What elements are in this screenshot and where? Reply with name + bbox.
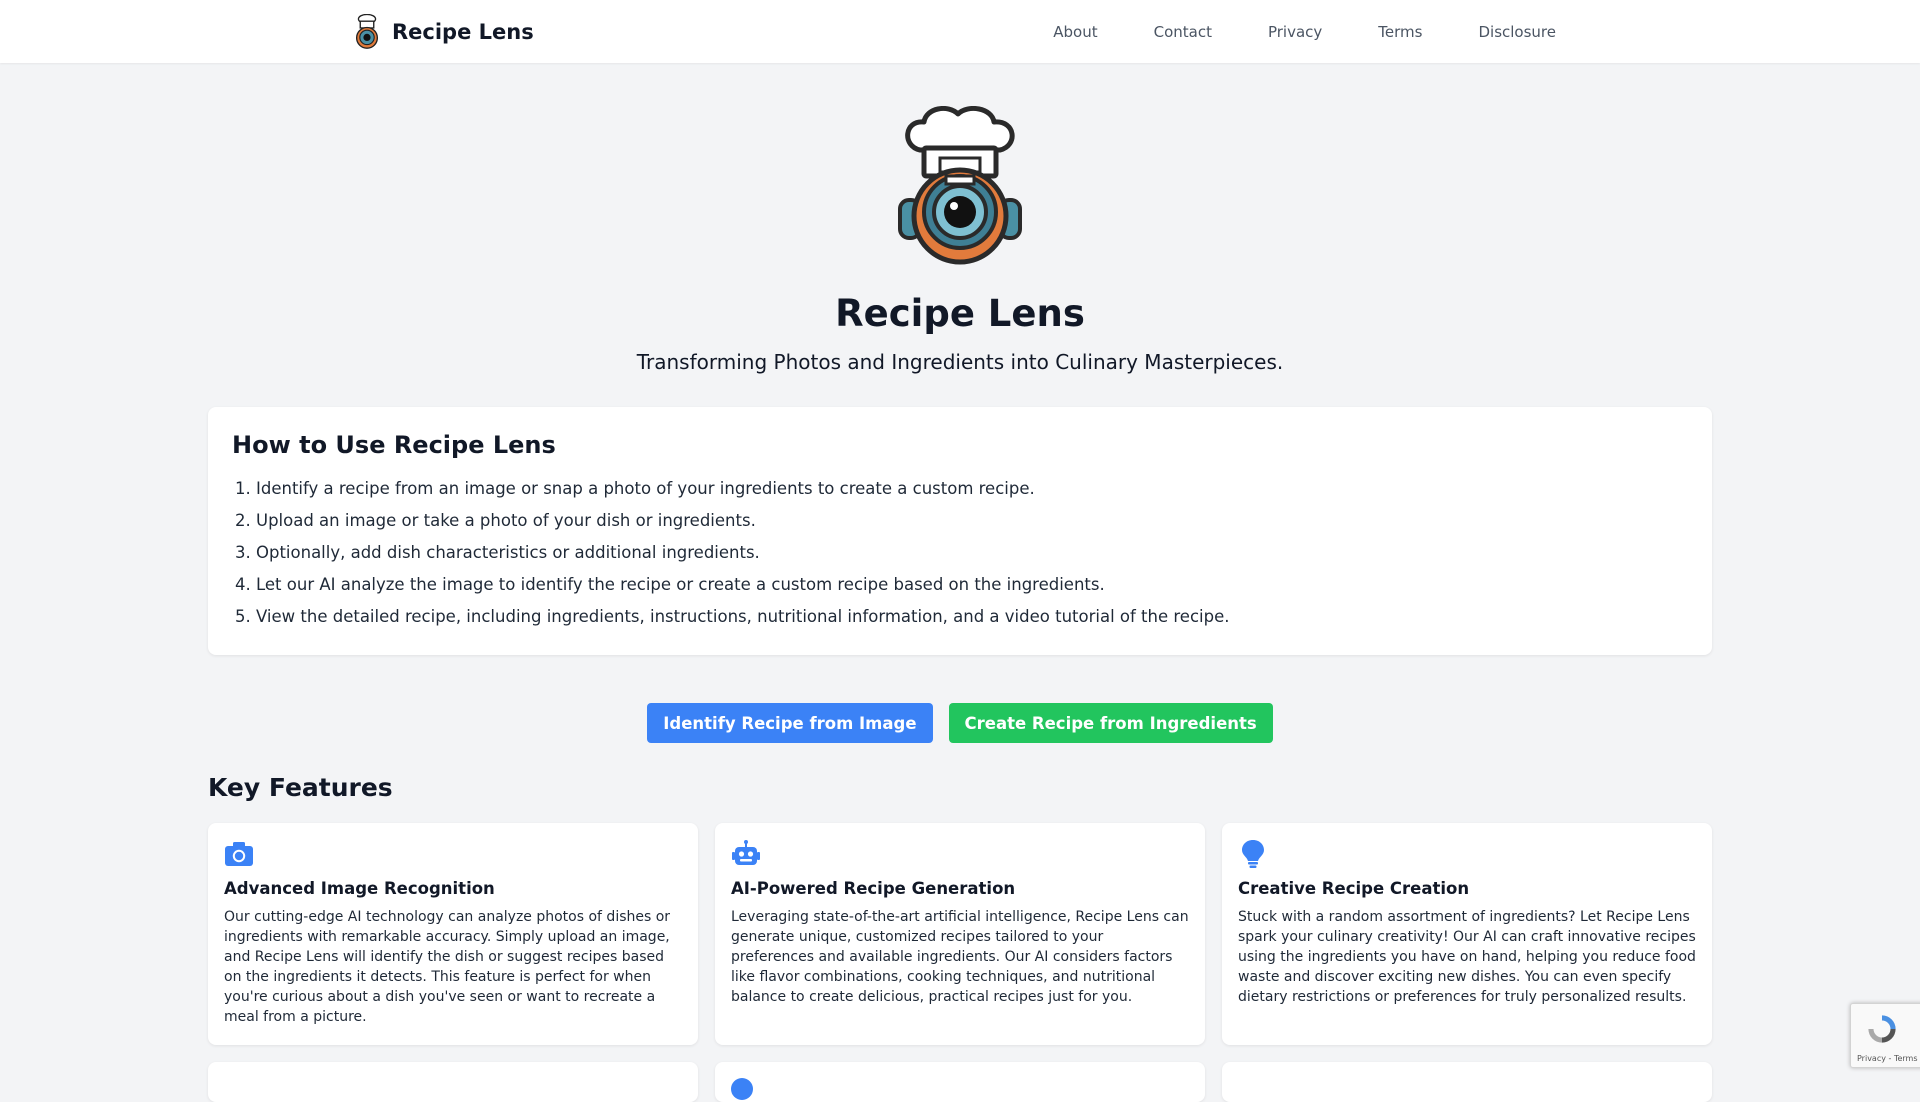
recaptcha-icon bbox=[1868, 1015, 1896, 1043]
how-to-step: Identify a recipe from an image or snap … bbox=[256, 473, 1688, 505]
robot-icon bbox=[732, 840, 760, 865]
how-to-step: Upload an image or take a photo of your … bbox=[256, 505, 1688, 537]
create-recipe-button[interactable]: Create Recipe from Ingredients bbox=[948, 703, 1273, 743]
feature-description: Leveraging state-of-the-art artificial i… bbox=[731, 909, 1189, 1005]
feature-description: Stuck with a random assortment of ingred… bbox=[1238, 909, 1696, 1005]
brand-link[interactable]: Recipe Lens bbox=[352, 14, 534, 50]
nav-privacy-link[interactable]: Privacy bbox=[1268, 23, 1322, 41]
feature-icon-partial bbox=[731, 1078, 753, 1100]
how-to-step: View the detailed recipe, including ingr… bbox=[256, 601, 1688, 633]
how-to-steps: Identify a recipe from an image or snap … bbox=[232, 473, 1688, 633]
key-features-title: Key Features bbox=[208, 773, 393, 802]
feature-card-ai-generation: AI-Powered Recipe Generation Leveraging … bbox=[715, 823, 1205, 1045]
cta-buttons: Identify Recipe from Image Create Recipe… bbox=[0, 703, 1920, 743]
camera-icon bbox=[225, 842, 253, 866]
feature-card-partial bbox=[1222, 1062, 1712, 1102]
main-nav: About Contact Privacy Terms Disclosure bbox=[1053, 0, 1556, 63]
hero-subtitle: Transforming Photos and Ingredients into… bbox=[636, 350, 1284, 374]
nav-terms-link[interactable]: Terms bbox=[1378, 23, 1422, 41]
nav-about-link[interactable]: About bbox=[1053, 23, 1097, 41]
feature-title: Creative Recipe Creation bbox=[1238, 879, 1470, 898]
hero-title: Recipe Lens bbox=[835, 292, 1085, 335]
hero-chef-camera-logo-icon bbox=[898, 106, 1022, 265]
how-to-step: Optionally, add dish characteristics or … bbox=[256, 537, 1688, 569]
how-to-title: How to Use Recipe Lens bbox=[232, 431, 556, 459]
feature-description: Our cutting-edge AI technology can analy… bbox=[224, 909, 671, 1025]
how-to-card: How to Use Recipe Lens Identify a recipe… bbox=[208, 407, 1712, 655]
brand-name: Recipe Lens bbox=[392, 20, 534, 44]
recipe-lens-logo-icon bbox=[355, 14, 379, 49]
nav-contact-link[interactable]: Contact bbox=[1154, 23, 1212, 41]
feature-card-image-recognition: Advanced Image Recognition Our cutting-e… bbox=[208, 823, 698, 1045]
top-navbar: Recipe Lens About Contact Privacy Terms … bbox=[0, 0, 1920, 63]
feature-card-partial bbox=[208, 1062, 698, 1102]
feature-title: Advanced Image Recognition bbox=[224, 879, 495, 898]
lightbulb-icon bbox=[1242, 840, 1264, 868]
feature-title: AI-Powered Recipe Generation bbox=[731, 879, 1016, 898]
identify-recipe-button[interactable]: Identify Recipe from Image bbox=[647, 703, 933, 743]
recaptcha-badge[interactable]: Privacy - Terms bbox=[1850, 1003, 1920, 1068]
feature-card-partial bbox=[715, 1062, 1205, 1102]
feature-card-creative-creation: Creative Recipe Creation Stuck with a ra… bbox=[1222, 823, 1712, 1045]
how-to-step: Let our AI analyze the image to identify… bbox=[256, 569, 1688, 601]
recaptcha-links[interactable]: Privacy - Terms bbox=[1857, 1054, 1918, 1063]
nav-disclosure-link[interactable]: Disclosure bbox=[1478, 23, 1556, 41]
